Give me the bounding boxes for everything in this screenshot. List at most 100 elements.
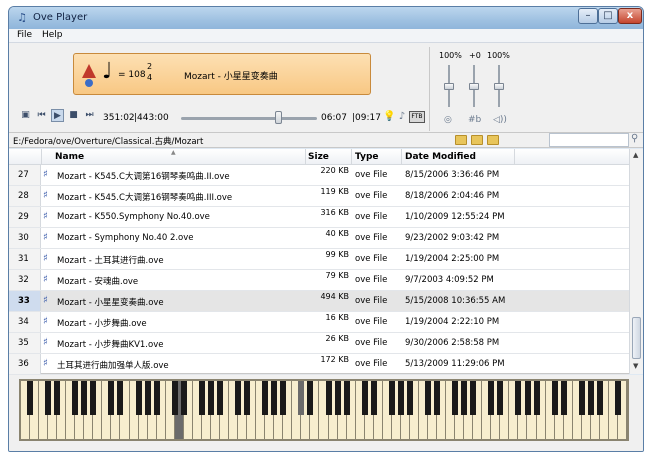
table-row[interactable]: 30 ♯ Mozart - Symphony No.40 2.ove 40 KB ove… xyxy=(9,228,629,249)
maximize-button[interactable]: □ xyxy=(598,8,618,24)
quarter-note-icon: ♩ xyxy=(102,59,113,84)
piano-black-key[interactable] xyxy=(90,381,97,415)
header-size[interactable]: Size xyxy=(308,152,329,162)
table-row[interactable]: 35 ♯ Mozart - 小步舞曲KV1.ove 26 KB ove File 9/30… xyxy=(9,333,629,354)
piano-black-key[interactable] xyxy=(117,381,124,415)
skip-back-icon[interactable]: ⏮ xyxy=(35,109,48,122)
table-row[interactable]: 27 ♯ Mozart - K545.C大调第16钢琴奏鸣曲.II.ove 220 K… xyxy=(9,165,629,186)
table-row[interactable]: 31 ♯ Mozart - 土耳其进行曲.ove 99 KB ove File 1/19/… xyxy=(9,249,629,270)
table-row[interactable]: 33 ♯ Mozart - 小星星变奏曲.ove 494 KB ove File 5/15… xyxy=(9,291,629,312)
folder-back-icon[interactable] xyxy=(471,135,483,145)
table-header: ▲ Name Size Type Date Modified xyxy=(9,149,629,165)
piano-black-key[interactable] xyxy=(207,381,214,415)
table-row[interactable]: 28 ♯ Mozart - K545.C大调第16钢琴奏鸣曲.III.ove 119 … xyxy=(9,186,629,207)
menu-file[interactable]: File xyxy=(17,30,32,40)
piano-black-key[interactable] xyxy=(72,381,79,415)
piano-black-key[interactable] xyxy=(470,381,477,415)
lightbulb-icon[interactable]: 💡 xyxy=(383,110,395,123)
piano-black-key[interactable] xyxy=(596,381,603,415)
title-bar[interactable]: ♫ Ove Player – □ x xyxy=(9,7,643,29)
file-name: Mozart - K545.C大调第16钢琴奏鸣曲.III.ove xyxy=(57,193,233,203)
metronome-icon[interactable] xyxy=(82,60,96,87)
piano-black-key[interactable] xyxy=(452,381,459,415)
search-input[interactable] xyxy=(549,133,629,147)
scroll-up-icon[interactable]: ▲ xyxy=(633,151,638,159)
piano-black-key[interactable] xyxy=(560,381,567,415)
piano-black-key[interactable] xyxy=(298,381,305,415)
balance-thumb[interactable] xyxy=(494,83,504,90)
save-icon[interactable]: ▣ xyxy=(19,109,32,122)
header-type[interactable]: Type xyxy=(355,152,378,162)
piano-black-key[interactable] xyxy=(334,381,341,415)
minimize-button[interactable]: – xyxy=(578,8,598,24)
piano-black-key[interactable] xyxy=(280,381,287,415)
seek-thumb[interactable] xyxy=(274,111,282,124)
scroll-thumb[interactable] xyxy=(632,317,641,359)
menu-help[interactable]: Help xyxy=(42,30,63,40)
piano-black-key[interactable] xyxy=(45,381,52,415)
piano-black-key[interactable] xyxy=(81,381,88,415)
piano-black-key[interactable] xyxy=(135,381,142,415)
piano-black-key[interactable] xyxy=(578,381,585,415)
piano-black-key[interactable] xyxy=(406,381,413,415)
piano-black-key[interactable] xyxy=(108,381,115,415)
vertical-scrollbar[interactable]: ▲ ▼ xyxy=(629,149,643,374)
menu-bar: File Help xyxy=(9,29,643,43)
skip-forward-icon[interactable]: ⏭ xyxy=(83,109,96,122)
piano-black-key[interactable] xyxy=(198,381,205,415)
piano-black-key[interactable] xyxy=(171,381,178,415)
circle-icon[interactable]: ◎ xyxy=(444,115,452,125)
speaker-icon[interactable]: ◁)) xyxy=(493,115,507,125)
piano-black-key[interactable] xyxy=(244,381,251,415)
piano-black-key[interactable] xyxy=(425,381,431,415)
folder-up-icon[interactable] xyxy=(455,135,467,145)
table-row[interactable]: 36 ♯ 土耳其进行曲加强单人版.ove 172 KB ove File 5/13/200… xyxy=(9,354,629,375)
piano-black-key[interactable] xyxy=(343,381,350,415)
stop-button[interactable]: ■ xyxy=(67,109,80,122)
scroll-down-icon[interactable]: ▼ xyxy=(633,362,638,370)
header-modified[interactable]: Date Modified xyxy=(405,152,476,162)
piano-black-key[interactable] xyxy=(461,381,468,415)
piano-black-key[interactable] xyxy=(54,381,61,415)
piano-black-key[interactable] xyxy=(153,381,160,415)
play-button[interactable]: ▶ xyxy=(51,109,64,122)
table-row[interactable]: 29 ♯ Mozart - K550.Symphony No.40.ove 316 K… xyxy=(9,207,629,228)
note-speaker-icon[interactable]: ♪ xyxy=(396,110,408,123)
piano-black-key[interactable] xyxy=(587,381,594,415)
close-button[interactable]: x xyxy=(618,8,642,24)
piano-black-key[interactable] xyxy=(27,381,34,415)
piano-black-key[interactable] xyxy=(262,381,269,415)
piano-black-key[interactable] xyxy=(361,381,368,415)
search-icon[interactable]: ⚲ xyxy=(631,133,638,144)
piano-panel xyxy=(9,375,643,451)
table-row[interactable]: 34 ♯ Mozart - 小步舞曲.ove 16 KB ove File 1/19/20… xyxy=(9,312,629,333)
piano-black-key[interactable] xyxy=(307,381,314,415)
volume-thumb[interactable] xyxy=(444,83,454,90)
pitch-thumb[interactable] xyxy=(469,83,479,90)
piano-black-key[interactable] xyxy=(614,381,621,415)
piano-black-key[interactable] xyxy=(370,381,377,415)
folder-forward-icon[interactable] xyxy=(487,135,499,145)
piano-black-key[interactable] xyxy=(325,381,332,415)
piano-black-key[interactable] xyxy=(216,381,223,415)
seek-slider[interactable] xyxy=(181,117,317,120)
piano-black-key[interactable] xyxy=(144,381,151,415)
piano-black-key[interactable] xyxy=(533,381,540,415)
midi-button[interactable]: FTB xyxy=(409,111,425,123)
header-name[interactable]: Name xyxy=(55,152,84,162)
piano-black-key[interactable] xyxy=(271,381,278,415)
piano-black-key[interactable] xyxy=(488,381,495,415)
piano-black-key[interactable] xyxy=(515,381,522,415)
elapsed-time: 06:07 xyxy=(321,113,347,123)
piano-black-key[interactable] xyxy=(388,381,395,415)
piano-black-key[interactable] xyxy=(524,381,531,415)
table-row[interactable]: 32 ♯ Mozart - 安魂曲.ove 79 KB ove File 9/7/2003… xyxy=(9,270,629,291)
sharp-flat-icon[interactable]: #b xyxy=(468,115,481,125)
file-modified: 9/30/2006 2:58:58 PM xyxy=(405,338,500,348)
piano-black-key[interactable] xyxy=(235,381,242,415)
piano-black-key[interactable] xyxy=(551,381,558,415)
piano-black-key[interactable] xyxy=(434,381,441,415)
piano-black-key[interactable] xyxy=(497,381,504,415)
piano-black-key[interactable] xyxy=(180,381,187,415)
piano-black-key[interactable] xyxy=(397,381,404,415)
